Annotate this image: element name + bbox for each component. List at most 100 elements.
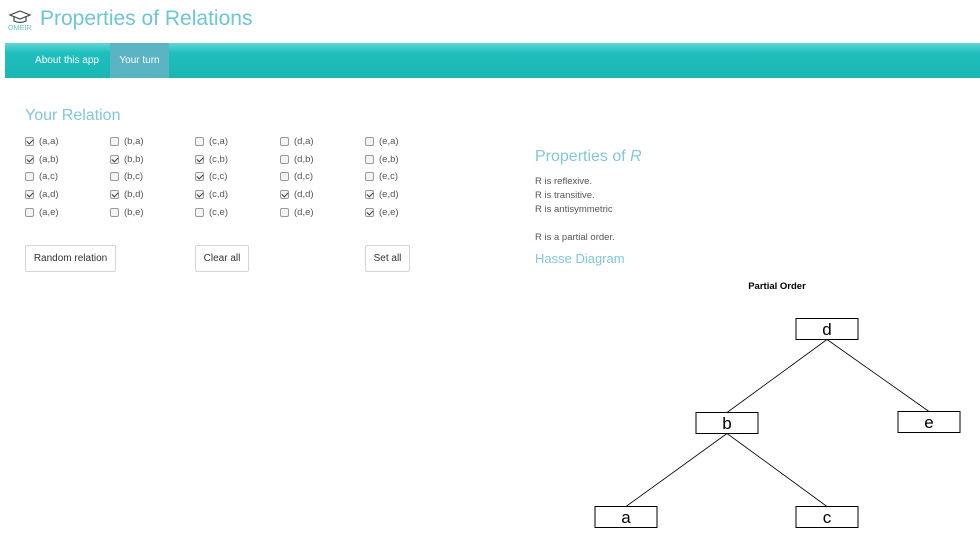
relation-pair-checkbox[interactable]: (e,e) bbox=[365, 205, 399, 219]
checkbox-box[interactable] bbox=[25, 136, 34, 146]
relation-pair-checkbox[interactable]: (a,b) bbox=[25, 152, 59, 166]
pair-label: (d,c) bbox=[294, 170, 313, 182]
pair-label: (d,b) bbox=[294, 153, 314, 165]
checkbox-box[interactable] bbox=[195, 207, 204, 217]
checkbox-box[interactable] bbox=[280, 154, 289, 164]
relation-pair-checkbox[interactable]: (d,e) bbox=[280, 205, 314, 219]
relation-pair-checkbox[interactable]: (e,d) bbox=[365, 187, 399, 201]
hasse-node-label: b bbox=[722, 414, 731, 433]
hasse-nodes: d b e a c bbox=[594, 318, 961, 528]
pair-label: (a,b) bbox=[39, 153, 59, 165]
clear-all-button[interactable]: Clear all bbox=[195, 245, 249, 272]
relation-pair-checkbox[interactable]: (a,e) bbox=[25, 205, 59, 219]
checkbox-box[interactable] bbox=[365, 136, 374, 146]
app-title: Properties of Relations bbox=[40, 7, 253, 30]
hasse-node-label: a bbox=[621, 508, 631, 527]
checkbox-box[interactable] bbox=[195, 136, 204, 146]
pair-label: (a,d) bbox=[39, 188, 59, 200]
tab-your-turn[interactable]: Your turn bbox=[110, 43, 169, 78]
pair-label: (b,d) bbox=[124, 188, 144, 200]
pair-label: (e,b) bbox=[379, 153, 399, 165]
pair-label: (c,b) bbox=[209, 153, 228, 165]
relation-pair-checkbox[interactable]: (c,a) bbox=[195, 134, 228, 148]
hasse-node-c: c bbox=[795, 506, 859, 528]
relation-pair-checkbox[interactable]: (a,d) bbox=[25, 187, 59, 201]
checkbox-box[interactable] bbox=[195, 189, 204, 199]
relation-pair-checkbox[interactable]: (e,b) bbox=[365, 152, 399, 166]
checkbox-box[interactable] bbox=[365, 154, 374, 164]
app-window: OMEIR Properties of Relations About this… bbox=[0, 0, 980, 560]
relation-pair-checkbox[interactable]: (d,d) bbox=[280, 187, 314, 201]
checkbox-box[interactable] bbox=[110, 171, 119, 181]
relation-pair-checkbox[interactable]: (b,b) bbox=[110, 152, 144, 166]
hasse-node-b: b bbox=[695, 412, 759, 434]
checkbox-box[interactable] bbox=[195, 171, 204, 181]
checkbox-box[interactable] bbox=[25, 171, 34, 181]
random-relation-button[interactable]: Random relation bbox=[25, 245, 116, 272]
checkbox-box[interactable] bbox=[110, 154, 119, 164]
checkbox-box[interactable] bbox=[110, 207, 119, 217]
pair-label: (d,d) bbox=[294, 188, 314, 200]
pair-label: (b,e) bbox=[124, 206, 144, 218]
relation-pair-checkbox[interactable]: (d,a) bbox=[280, 134, 314, 148]
hasse-node-label: d bbox=[822, 320, 831, 339]
hasse-node-label: e bbox=[924, 413, 933, 432]
mortarboard-icon: OMEIR bbox=[6, 9, 34, 35]
pair-label: (d,a) bbox=[294, 135, 314, 147]
tab-about[interactable]: About this app bbox=[29, 43, 105, 78]
hasse-node-d: d bbox=[795, 318, 859, 340]
relation-pair-checkbox[interactable]: (c,c) bbox=[195, 169, 227, 183]
relation-pair-checkbox[interactable]: (d,c) bbox=[280, 169, 313, 183]
checkbox-box[interactable] bbox=[280, 171, 289, 181]
checkbox-box[interactable] bbox=[280, 189, 289, 199]
checkbox-box[interactable] bbox=[365, 207, 374, 217]
checkbox-box[interactable] bbox=[25, 189, 34, 199]
checkbox-box[interactable] bbox=[110, 189, 119, 199]
relation-title: Your Relation bbox=[25, 107, 121, 124]
relation-pair-checkbox[interactable]: (c,d) bbox=[195, 187, 228, 201]
relation-pair-checkbox[interactable]: (a,a) bbox=[25, 134, 59, 148]
relation-pair-checkbox[interactable]: (e,a) bbox=[365, 134, 399, 148]
checkbox-box[interactable] bbox=[280, 207, 289, 217]
hasse-diagram: Partial Order d b e a c bbox=[594, 281, 961, 528]
checkbox-box[interactable] bbox=[25, 207, 34, 217]
checkbox-box[interactable] bbox=[110, 136, 119, 146]
checkbox-box[interactable] bbox=[25, 154, 34, 164]
pair-label: (b,c) bbox=[124, 170, 143, 182]
pair-label: (e,e) bbox=[379, 206, 399, 218]
hasse-node-e: e bbox=[897, 411, 961, 433]
hasse-plot-title: Partial Order bbox=[748, 281, 806, 292]
pair-label: (b,b) bbox=[124, 153, 144, 165]
relation-pair-checkbox[interactable]: (c,b) bbox=[195, 152, 228, 166]
set-all-button[interactable]: Set all bbox=[365, 245, 410, 272]
pair-label: (b,a) bbox=[124, 135, 144, 147]
pair-label: (a,a) bbox=[39, 135, 59, 147]
hasse-edges bbox=[625, 339, 930, 507]
hasse-diagram-title: Hasse Diagram bbox=[535, 251, 625, 266]
relation-pair-checkbox[interactable]: (e,c) bbox=[365, 169, 398, 183]
relation-pair-checkbox[interactable]: (b,c) bbox=[110, 169, 143, 183]
pair-label: (d,e) bbox=[294, 206, 314, 218]
property-reflexive: R is reflexive. bbox=[535, 176, 593, 187]
relation-pair-checkbox[interactable]: (d,b) bbox=[280, 152, 314, 166]
checkbox-box[interactable] bbox=[365, 171, 374, 181]
checkbox-box[interactable] bbox=[365, 189, 374, 199]
hasse-node-label: c bbox=[823, 508, 832, 527]
hasse-edge-b-c bbox=[726, 433, 828, 507]
property-transitive: R is transitive. bbox=[535, 190, 595, 201]
pair-label: (c,c) bbox=[209, 170, 228, 182]
pair-label: (c,e) bbox=[209, 206, 228, 218]
hasse-edge-d-e bbox=[826, 339, 930, 412]
pair-label: (a,c) bbox=[39, 170, 58, 182]
checkbox-box[interactable] bbox=[280, 136, 289, 146]
relation-pair-checkbox[interactable]: (b,a) bbox=[110, 134, 144, 148]
relation-pair-checkbox[interactable]: (c,e) bbox=[195, 205, 228, 219]
relation-pair-checkbox[interactable]: (b,d) bbox=[110, 187, 144, 201]
relation-pair-checkbox[interactable]: (a,c) bbox=[25, 169, 58, 183]
checkbox-box[interactable] bbox=[195, 154, 204, 164]
pair-label: (e,a) bbox=[379, 135, 399, 147]
nav-bar: About this app Your turn bbox=[5, 43, 980, 78]
property-antisymmetric: R is antisymmetric bbox=[535, 204, 613, 215]
relation-pair-checkbox[interactable]: (b,e) bbox=[110, 205, 144, 219]
hasse-node-a: a bbox=[594, 506, 658, 528]
